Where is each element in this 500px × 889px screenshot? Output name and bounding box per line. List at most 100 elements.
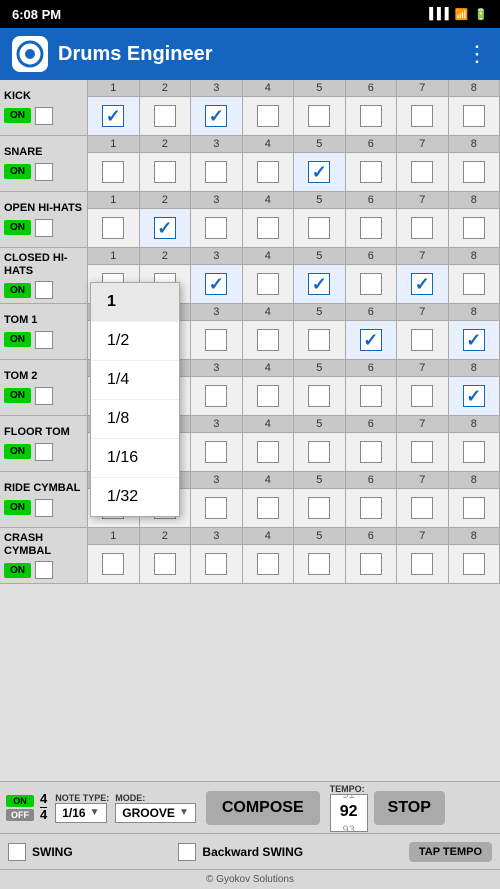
row-check-7[interactable] [35,499,53,517]
beat-cell-4-6[interactable] [397,321,449,359]
beat-cell-8-1[interactable] [140,545,192,583]
beat-cell-1-1[interactable] [140,153,192,191]
beat-cell-4-2[interactable] [191,321,243,359]
beat-cell-0-3[interactable] [243,97,295,135]
tempo-scroll[interactable]: 91 92 93 [330,794,368,832]
beat-cell-5-7[interactable]: ✓ [449,377,500,415]
beat-cell-3-3[interactable] [243,265,295,303]
beat-cell-6-4[interactable] [294,433,346,471]
beat-cell-2-4[interactable] [294,209,346,247]
backward-swing-checkbox[interactable] [178,843,196,861]
beat-cell-0-5[interactable] [346,97,398,135]
beat-cell-4-5[interactable]: ✓ [346,321,398,359]
beat-cell-8-3[interactable] [243,545,295,583]
row-check-2[interactable] [35,219,53,237]
beat-cell-2-2[interactable] [191,209,243,247]
beat-cell-1-2[interactable] [191,153,243,191]
beat-cell-4-4[interactable] [294,321,346,359]
beat-cell-7-7[interactable] [449,489,500,527]
row-check-0[interactable] [35,107,53,125]
on-button-1[interactable]: ON [4,164,31,179]
beat-cell-6-6[interactable] [397,433,449,471]
beat-cell-6-5[interactable] [346,433,398,471]
beat-cell-5-2[interactable] [191,377,243,415]
beat-cell-2-1[interactable]: ✓ [140,209,192,247]
dropdown-item-2[interactable]: 1/4 [91,361,179,400]
beat-cell-8-5[interactable] [346,545,398,583]
on-button-3[interactable]: ON [4,283,31,298]
beat-cell-7-2[interactable] [191,489,243,527]
beat-cell-3-5[interactable] [346,265,398,303]
on-button-0[interactable]: ON [4,108,31,123]
beat-cell-8-2[interactable] [191,545,243,583]
beat-cell-4-7[interactable]: ✓ [449,321,500,359]
beat-cell-8-4[interactable] [294,545,346,583]
beat-cell-2-0[interactable] [88,209,140,247]
beat-cell-5-6[interactable] [397,377,449,415]
beat-cell-7-5[interactable] [346,489,398,527]
on-button-2[interactable]: ON [4,220,31,235]
dropdown-item-1[interactable]: 1/2 [91,322,179,361]
beat-cell-1-6[interactable] [397,153,449,191]
beat-cell-2-5[interactable] [346,209,398,247]
swing-checkbox[interactable] [8,843,26,861]
beat-cell-1-3[interactable] [243,153,295,191]
beat-cell-0-6[interactable] [397,97,449,135]
compose-button[interactable]: COMPOSE [206,791,320,825]
on-button-6[interactable]: ON [4,444,31,459]
beat-cell-5-5[interactable] [346,377,398,415]
beat-cell-0-4[interactable] [294,97,346,135]
beat-cell-6-3[interactable] [243,433,295,471]
row-check-5[interactable] [35,387,53,405]
beat-cell-0-7[interactable] [449,97,500,135]
row-check-8[interactable] [35,561,53,579]
beat-cell-8-6[interactable] [397,545,449,583]
beat-cell-1-7[interactable] [449,153,500,191]
on-button-5[interactable]: ON [4,388,31,403]
cell-checkbox-1-2 [205,161,227,183]
beat-cell-5-4[interactable] [294,377,346,415]
on-button-8[interactable]: ON [4,563,31,578]
beat-cell-7-4[interactable] [294,489,346,527]
beat-cell-2-7[interactable] [449,209,500,247]
dropdown-item-0[interactable]: 1 [91,283,179,322]
dropdown-item-3[interactable]: 1/8 [91,400,179,439]
row-check-1[interactable] [35,163,53,181]
stop-button[interactable]: STOP [374,791,445,825]
dropdown-item-4[interactable]: 1/16 [91,439,179,478]
mode-value[interactable]: GROOVE ▼ [115,803,196,823]
beat-cell-3-6[interactable]: ✓ [397,265,449,303]
beat-cell-1-0[interactable] [88,153,140,191]
beat-cell-0-1[interactable] [140,97,192,135]
beat-cell-3-4[interactable]: ✓ [294,265,346,303]
beat-cell-1-5[interactable] [346,153,398,191]
beat-cell-0-2[interactable]: ✓ [191,97,243,135]
on-button-4[interactable]: ON [4,332,31,347]
row-check-6[interactable] [35,443,53,461]
beat-cell-5-3[interactable] [243,377,295,415]
beat-cell-8-0[interactable] [88,545,140,583]
on-button-7[interactable]: ON [4,500,31,515]
more-icon[interactable]: ⋮ [466,41,488,67]
row-check-3[interactable] [35,281,53,299]
row-check-4[interactable] [35,331,53,349]
note-type-value[interactable]: 1/16 ▼ [55,803,106,823]
beat-cell-7-3[interactable] [243,489,295,527]
beat-cell-8-7[interactable] [449,545,500,583]
beat-cell-2-6[interactable] [397,209,449,247]
beat-cell-6-7[interactable] [449,433,500,471]
beat-cell-3-7[interactable] [449,265,500,303]
global-off-button[interactable]: OFF [6,809,34,821]
beat-cell-4-3[interactable] [243,321,295,359]
global-on-button[interactable]: ON [6,795,34,807]
beat-cell-6-2[interactable] [191,433,243,471]
beat-cell-0-0[interactable]: ✓ [88,97,140,135]
cell-checkbox-4-5: ✓ [360,329,382,351]
beat-cell-7-6[interactable] [397,489,449,527]
beat-cell-3-2[interactable]: ✓ [191,265,243,303]
beat-cell-2-3[interactable] [243,209,295,247]
note-dropdown[interactable]: 11/21/41/81/161/32 [90,282,180,517]
tap-tempo-button[interactable]: TAP TEMPO [409,842,492,862]
beat-cell-1-4[interactable]: ✓ [294,153,346,191]
dropdown-item-5[interactable]: 1/32 [91,478,179,516]
